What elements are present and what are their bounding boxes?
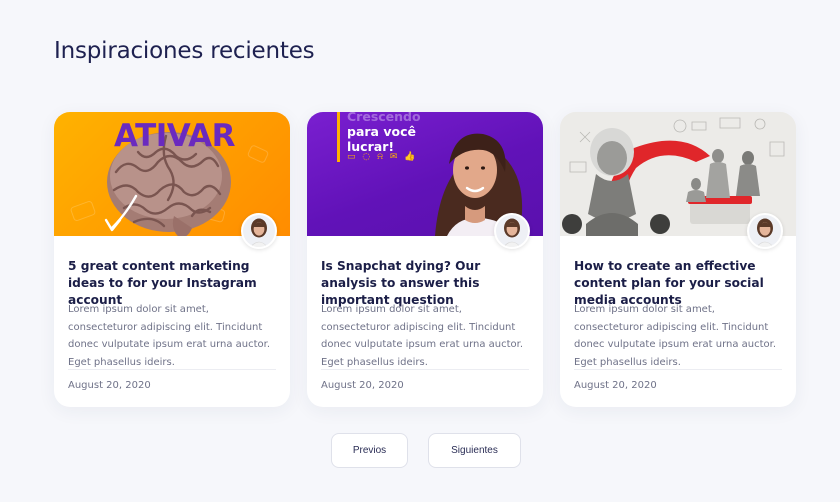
thumbnail-heading: ATIVAR	[114, 118, 236, 154]
article-card[interactable]: Crescendo para você lucrar! ▭ ◌ ⍾ ✉ 👍 Is…	[307, 112, 543, 407]
article-card[interactable]: How to create an effective content plan …	[560, 112, 796, 407]
article-excerpt: Lorem ipsum dolor sit amet, consecteturo…	[321, 304, 524, 368]
author-avatar[interactable]	[494, 213, 530, 249]
article-date: August 20, 2020	[321, 380, 404, 391]
article-card[interactable]: ATIVAR 5 great content marketing ideas t…	[54, 112, 290, 407]
article-excerpt: Lorem ipsum dolor sit amet, consecteturo…	[574, 304, 777, 368]
author-portrait-icon	[749, 215, 781, 247]
article-date: August 20, 2020	[68, 380, 151, 391]
card-divider	[574, 369, 782, 370]
article-excerpt: Lorem ipsum dolor sit amet, consecteturo…	[68, 304, 271, 368]
previous-page-button[interactable]: Previos	[331, 433, 408, 468]
author-portrait-icon	[243, 215, 275, 247]
article-card-list: ATIVAR 5 great content marketing ideas t…	[54, 112, 796, 407]
card-divider	[321, 369, 529, 370]
author-avatar[interactable]	[747, 213, 783, 249]
next-page-button[interactable]: Siguientes	[428, 433, 521, 468]
article-date: August 20, 2020	[574, 380, 657, 391]
page-title: Inspiraciones recientes	[54, 38, 315, 64]
author-portrait-icon	[496, 215, 528, 247]
author-avatar[interactable]	[241, 213, 277, 249]
card-divider	[68, 369, 276, 370]
